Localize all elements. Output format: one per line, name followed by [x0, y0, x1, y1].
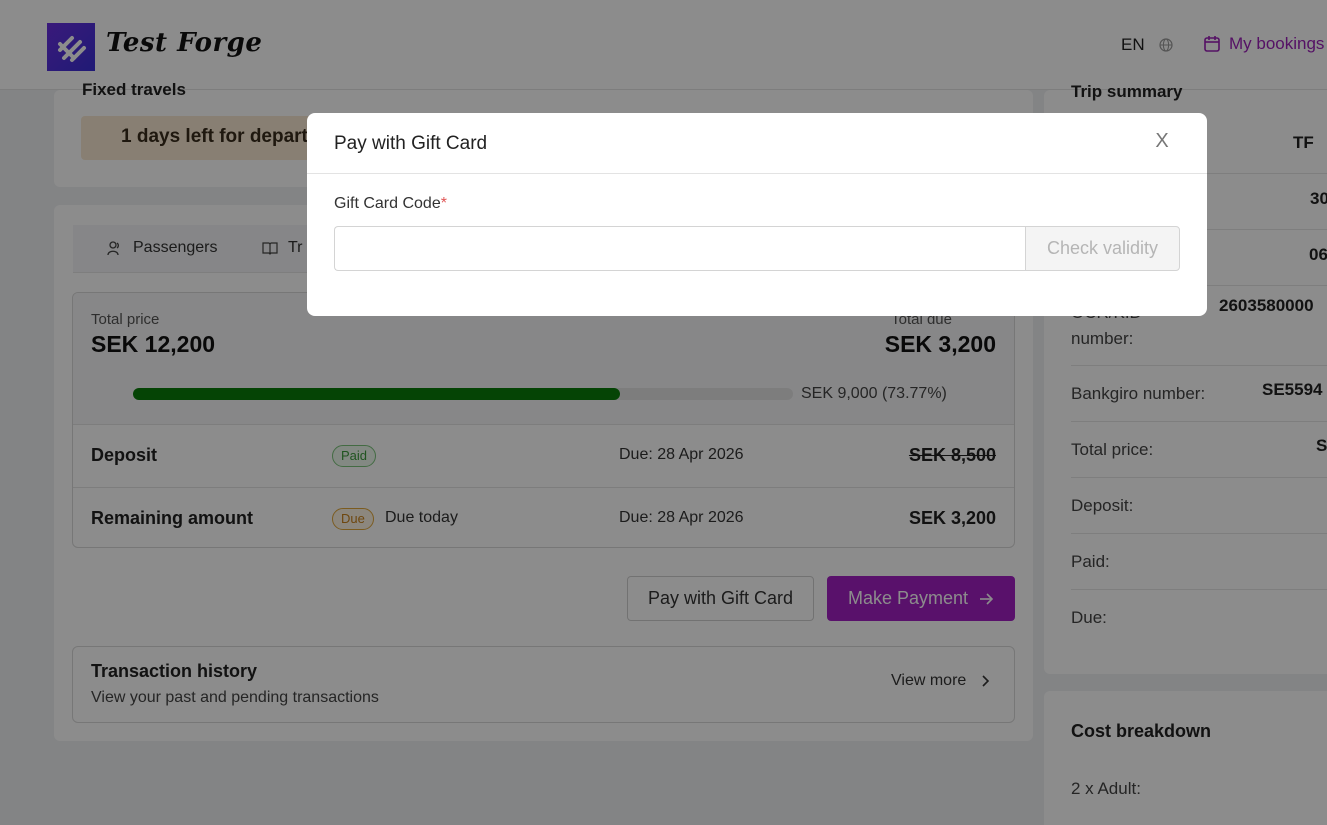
gift-card-modal: Pay with Gift Card X Gift Card Code* Che…	[307, 113, 1207, 316]
check-validity-button[interactable]: Check validity	[1025, 226, 1180, 271]
close-icon[interactable]: X	[1152, 130, 1172, 152]
modal-header: Pay with Gift Card X	[307, 113, 1207, 174]
modal-title: Pay with Gift Card	[334, 133, 488, 154]
gift-card-code-input[interactable]	[334, 226, 1026, 271]
gift-card-code-label-text: Gift Card Code	[334, 195, 441, 212]
gift-card-code-label: Gift Card Code*	[334, 195, 447, 213]
required-asterisk: *	[440, 195, 447, 212]
